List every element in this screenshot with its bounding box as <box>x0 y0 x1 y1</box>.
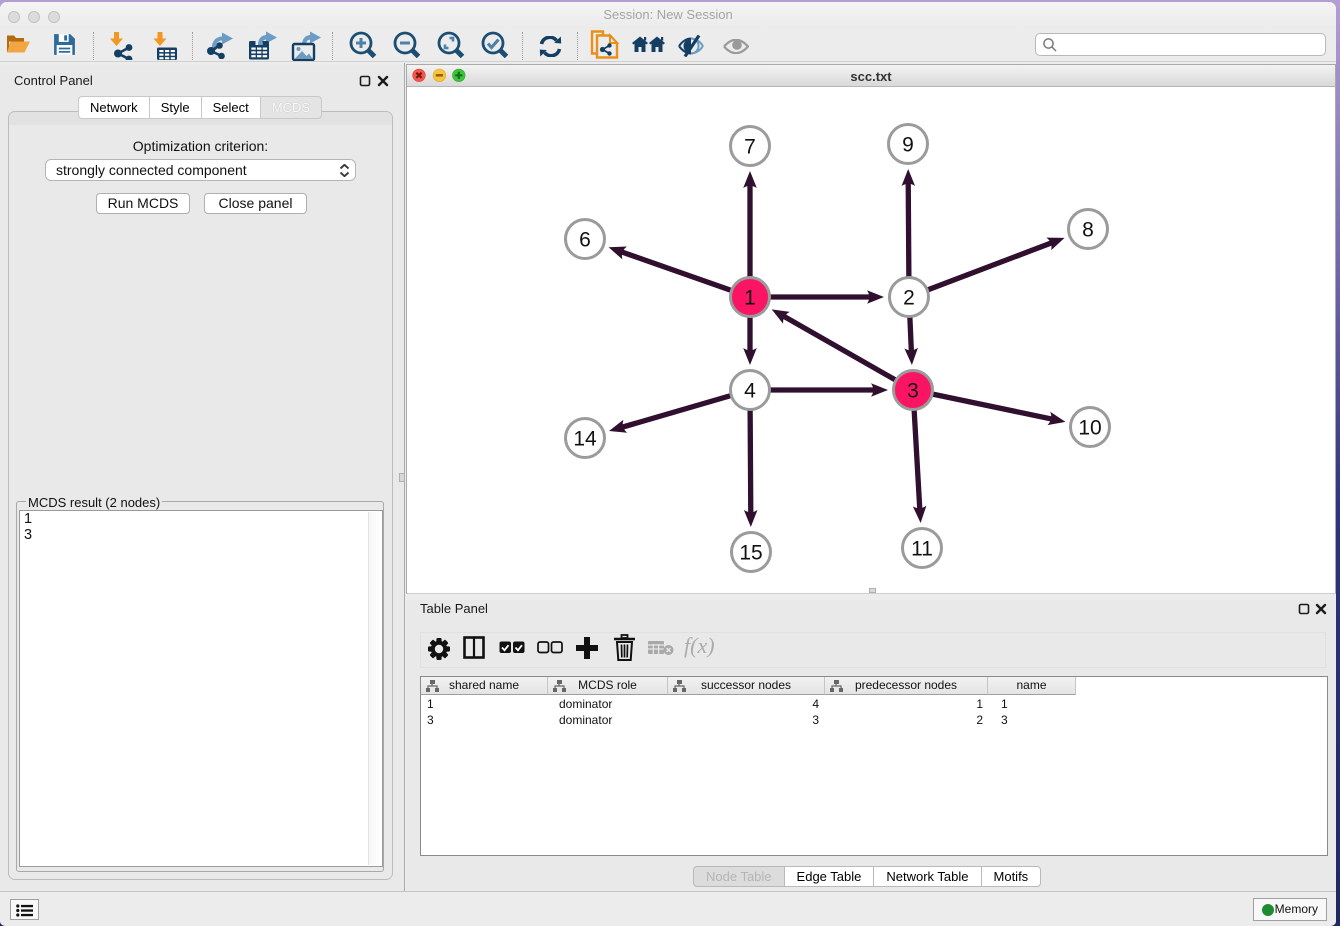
svg-text:8: 8 <box>1082 219 1094 242</box>
svg-text:2: 2 <box>903 287 915 310</box>
svg-text:9: 9 <box>902 134 914 157</box>
svg-text:4: 4 <box>744 380 756 403</box>
svg-text:11: 11 <box>911 538 933 561</box>
svg-text:6: 6 <box>579 229 591 252</box>
svg-text:14: 14 <box>573 428 597 451</box>
svg-text:1: 1 <box>744 287 756 310</box>
svg-text:15: 15 <box>739 542 762 565</box>
svg-text:7: 7 <box>744 136 756 159</box>
svg-text:3: 3 <box>907 380 919 403</box>
svg-text:10: 10 <box>1078 417 1101 440</box>
